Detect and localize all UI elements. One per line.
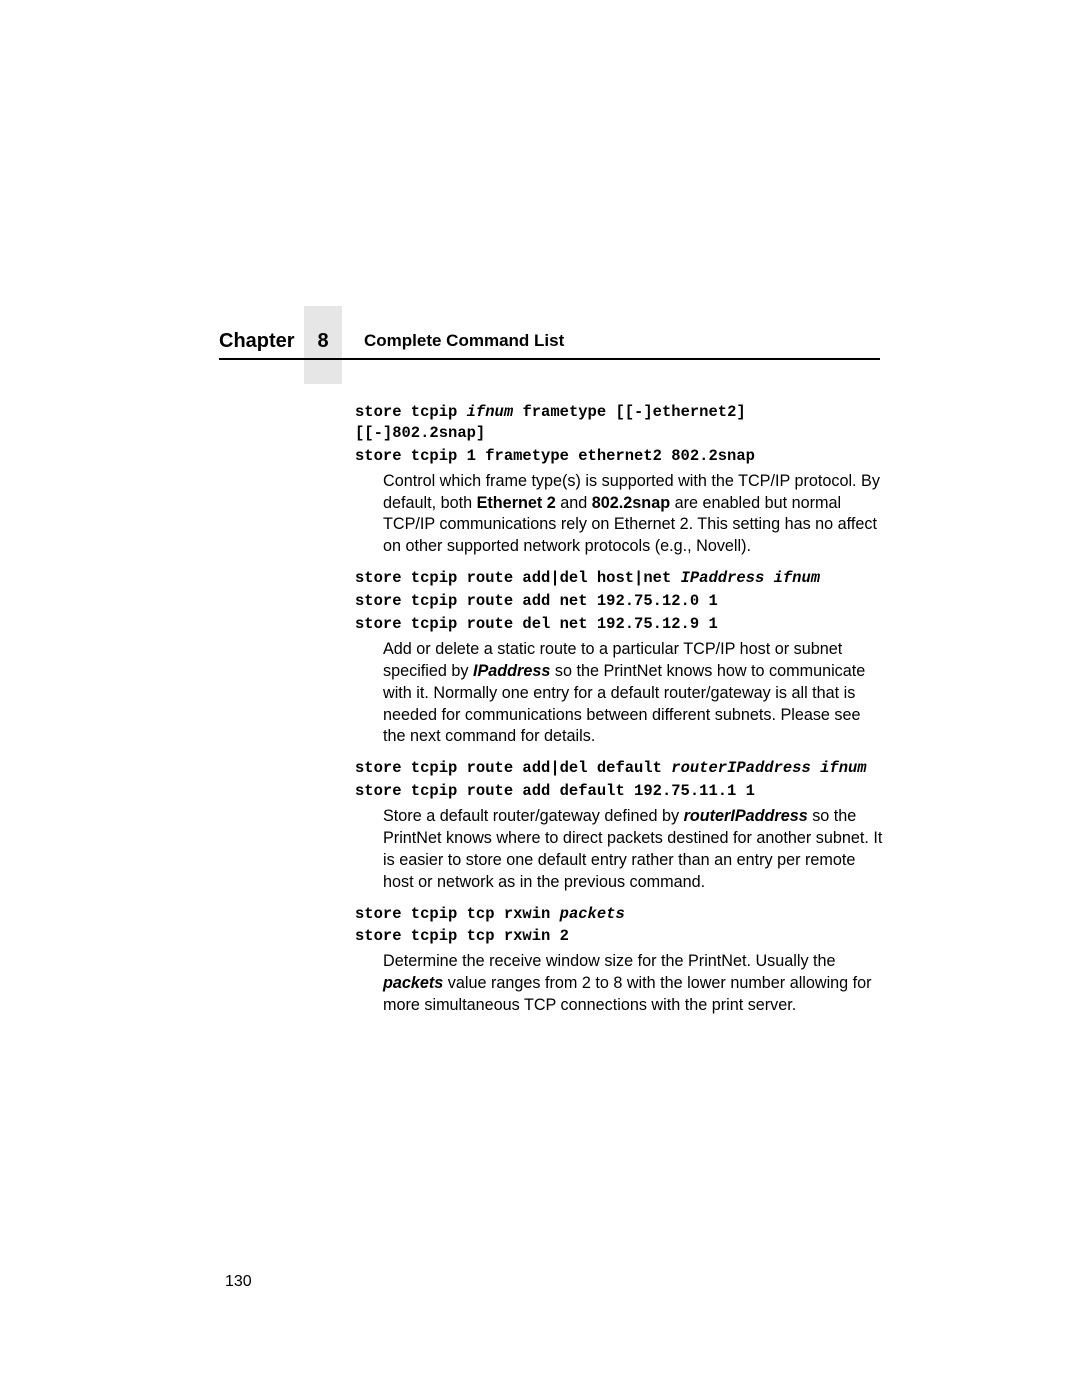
command-example: store tcpip route del net 192.75.12.9 1: [355, 614, 885, 635]
desc-param: IPaddress: [473, 662, 550, 680]
command-block-rxwin: store tcpip tcp rxwin packets store tcpi…: [355, 904, 885, 1017]
command-description: Determine the receive window size for th…: [383, 951, 885, 1017]
content-area: store tcpip ifnum frametype [[-]ethernet…: [355, 400, 885, 1027]
command-block-default-route: store tcpip route add|del default router…: [355, 758, 885, 893]
page: Chapter 8 Complete Command List store tc…: [0, 0, 1080, 1397]
desc-text: and: [556, 494, 592, 512]
section-title: Complete Command List: [364, 331, 564, 351]
desc-param: routerIPaddress: [684, 807, 808, 825]
command-syntax: store tcpip tcp rxwin packets: [355, 904, 885, 925]
command-description: Add or delete a static route to a partic…: [383, 639, 885, 748]
command-syntax: store tcpip route add|del default router…: [355, 758, 885, 779]
cmd-param: IPaddress ifnum: [681, 569, 821, 587]
command-example: store tcpip route add net 192.75.12.0 1: [355, 591, 885, 612]
desc-param: packets: [383, 974, 443, 992]
desc-strong: 802.2snap: [592, 494, 670, 512]
chapter-number-box: 8: [304, 306, 342, 384]
cmd-text: store tcpip route add|del host|net: [355, 569, 681, 587]
command-example: store tcpip tcp rxwin 2: [355, 926, 885, 947]
cmd-text: store tcpip tcp rxwin: [355, 905, 560, 923]
desc-text: Store a default router/gateway defined b…: [383, 807, 684, 825]
desc-text: value ranges from 2 to 8 with the lower …: [383, 974, 872, 1014]
cmd-param: ifnum: [467, 403, 514, 421]
command-block-frametype: store tcpip ifnum frametype [[-]ethernet…: [355, 402, 885, 558]
command-description: Control which frame type(s) is supported…: [383, 471, 885, 558]
command-syntax: store tcpip ifnum frametype [[-]ethernet…: [355, 402, 885, 444]
header-underline: [219, 358, 880, 360]
command-block-route: store tcpip route add|del host|net IPadd…: [355, 568, 885, 748]
chapter-number: 8: [317, 330, 328, 352]
command-example: store tcpip 1 frametype ethernet2 802.2s…: [355, 446, 885, 467]
desc-text: Determine the receive window size for th…: [383, 952, 836, 970]
chapter-header: Chapter 8 Complete Command List: [219, 330, 910, 353]
cmd-param: packets: [560, 905, 625, 923]
command-description: Store a default router/gateway defined b…: [383, 806, 885, 893]
cmd-text: store tcpip: [355, 403, 467, 421]
page-number: 130: [225, 1273, 252, 1291]
command-example: store tcpip route add default 192.75.11.…: [355, 781, 885, 802]
desc-strong: Ethernet 2: [477, 494, 556, 512]
cmd-text: store tcpip route add|del default: [355, 759, 671, 777]
command-syntax: store tcpip route add|del host|net IPadd…: [355, 568, 885, 589]
cmd-param: routerIPaddress ifnum: [671, 759, 866, 777]
chapter-word: Chapter: [219, 330, 295, 353]
